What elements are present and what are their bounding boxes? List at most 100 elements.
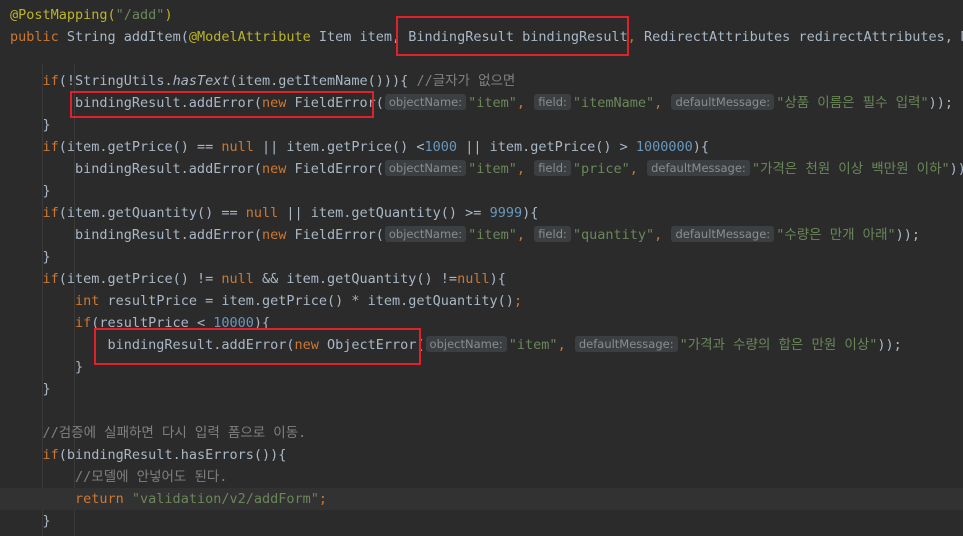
parameter-hint: field: (534, 226, 571, 242)
code-token: , (627, 29, 645, 45)
code-line-current[interactable]: return "validation/v2/addForm"; (0, 488, 963, 510)
code-token: )); (949, 161, 963, 177)
code-token: ) (164, 7, 173, 23)
code-token: } (10, 183, 51, 199)
code-token: //모델에 안넣어도 된다. (10, 469, 228, 485)
code-token: @ModelAttribute (188, 29, 311, 45)
code-token: } (10, 381, 51, 397)
code-token: (!StringUtils. (58, 73, 173, 89)
code-editor[interactable]: @PostMapping("/add") public String addIte… (0, 0, 963, 536)
code-line[interactable]: @PostMapping("/add") (10, 4, 173, 26)
code-token: , (516, 161, 534, 177)
code-token: new (261, 161, 295, 177)
code-line[interactable]: } (10, 180, 51, 202)
code-line[interactable]: bindingResult.addError(new FieldError(ob… (10, 92, 953, 114)
code-token: "가격은 천원 이상 백만원 이하" (751, 161, 950, 177)
code-line[interactable]: if(item.getQuantity() == null || item.ge… (10, 202, 539, 224)
code-line[interactable]: } (10, 356, 83, 378)
code-token: if (10, 271, 59, 287)
code-token: new (261, 227, 295, 243)
parameter-hint: objectName: (425, 336, 507, 352)
code-line[interactable]: //모델에 안넣어도 된다. (10, 466, 227, 488)
code-token: "item" (508, 337, 558, 353)
code-token: 1000 (424, 139, 458, 155)
code-token: 10000 (213, 315, 254, 331)
code-line[interactable]: if(resultPrice < 10000){ (10, 312, 270, 334)
code-token: new (261, 95, 295, 111)
code-token: if (10, 139, 59, 155)
code-token: FieldError( (294, 227, 384, 243)
code-line[interactable]: } (10, 114, 51, 136)
code-token: )); (895, 227, 921, 243)
code-line[interactable]: } (10, 510, 51, 532)
code-token: FieldError( (294, 95, 384, 111)
code-token: || item.getPrice() > (457, 139, 636, 155)
code-token: ){ (522, 205, 539, 221)
code-token: "quantity" (572, 227, 655, 243)
code-token: String addItem( (66, 29, 189, 45)
code-token: "item" (468, 227, 517, 243)
code-token: if (10, 447, 59, 463)
code-token: new (294, 337, 327, 353)
code-line[interactable]: if(item.getPrice() == null || item.getPr… (10, 136, 710, 158)
code-token: ObjectError( (327, 337, 425, 353)
code-token: )); (877, 337, 902, 353)
code-line[interactable]: public String addItem(@ModelAttribute It… (10, 26, 963, 48)
code-line[interactable]: //검증에 실패하면 다시 입력 폼으로 이동. (10, 422, 307, 444)
code-token: null (221, 271, 254, 287)
code-line[interactable]: bindingResult.addError(new FieldError(ob… (10, 224, 920, 246)
code-token: if (10, 315, 92, 331)
code-line[interactable]: } (10, 246, 51, 268)
code-token: return (10, 491, 132, 507)
code-token: bindingResult.addError( (10, 227, 262, 243)
code-token: //검증에 실패하면 다시 입력 폼으로 이동. (10, 425, 307, 441)
code-token: (item.getPrice() == (58, 139, 222, 155)
code-line[interactable]: } (10, 378, 51, 400)
parameter-hint: defaultMessage: (671, 226, 775, 242)
code-token: RedirectAttributes redirectAttributes, M… (644, 29, 963, 45)
code-token: bindingResult.addError( (10, 337, 295, 353)
code-line[interactable]: bindingResult.addError(new FieldError(ob… (10, 158, 963, 180)
code-token: ; (513, 293, 523, 309)
code-token: if (10, 205, 59, 221)
code-token: null (221, 139, 254, 155)
code-token: } (10, 249, 51, 265)
code-token: ; (318, 491, 327, 507)
code-token: FieldError( (294, 161, 384, 177)
code-line[interactable]: int resultPrice = item.getPrice() * item… (10, 290, 522, 312)
code-token: //글자가 없으면 (416, 73, 516, 89)
code-token: BindingResult bindingResult (408, 29, 628, 45)
parameter-hint: objectName: (384, 226, 467, 242)
parameter-hint: defaultMessage: (647, 160, 750, 176)
code-token: "가격과 수량의 합은 만원 이상" (679, 337, 878, 353)
code-token: "price" (572, 161, 630, 177)
code-line[interactable]: if(!StringUtils.hasText(item.getItemName… (10, 70, 516, 92)
code-token: && item.getQuantity() != (253, 271, 458, 287)
code-line[interactable]: bindingResult.addError(new ObjectError(o… (10, 334, 902, 356)
code-token: bindingResult.addError( (10, 161, 262, 177)
code-token: resultPrice = item.getPrice() * item.get… (107, 293, 514, 309)
parameter-hint: field: (534, 94, 571, 110)
code-token: ){ (692, 139, 710, 155)
code-token: , (629, 161, 647, 177)
code-token: (item.getPrice() != (58, 271, 222, 287)
code-line[interactable]: if(bindingResult.hasErrors()){ (10, 444, 287, 466)
code-token: bindingResult.addError( (10, 95, 262, 111)
parameter-hint: defaultMessage: (671, 94, 775, 110)
code-token: "itemName" (572, 95, 655, 111)
code-token: @PostMapping( (10, 7, 116, 23)
code-token: )); (928, 95, 953, 111)
parameter-hint: field: (534, 160, 571, 176)
code-token: , (516, 227, 534, 243)
code-token: { (400, 73, 417, 89)
code-token: , (516, 95, 534, 111)
code-token: 1000000 (635, 139, 693, 155)
parameter-hint: objectName: (384, 94, 467, 110)
code-token: || item.getPrice() < (253, 139, 425, 155)
code-token: hasText (172, 73, 230, 89)
code-line[interactable]: if(item.getPrice() != null && item.getQu… (10, 268, 506, 290)
code-token: Item item, (310, 29, 409, 45)
parameter-hint: objectName: (384, 160, 467, 176)
code-token: null (245, 205, 279, 221)
parameter-hint: defaultMessage: (574, 336, 678, 352)
